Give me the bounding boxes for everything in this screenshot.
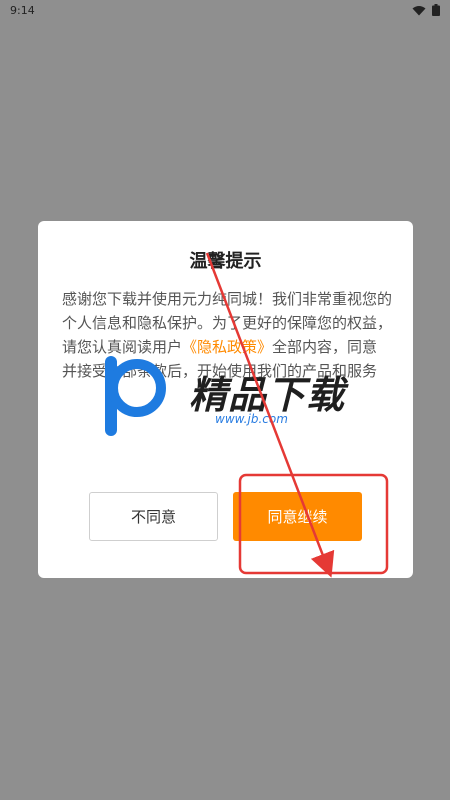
disagree-button[interactable]: 不同意	[89, 492, 218, 541]
wifi-icon	[412, 5, 426, 15]
agree-continue-button[interactable]: 同意继续	[233, 492, 362, 541]
dialog-title: 温馨提示	[189, 251, 262, 272]
status-icons	[412, 4, 440, 16]
battery-icon	[432, 4, 440, 16]
warm-tip-dialog: 温馨提示 感谢您下载并使用元力纯同城！我们非常重视您的个人信息和隐私保护。为了更…	[38, 221, 413, 578]
status-time: 9:14	[10, 3, 35, 17]
status-bar: 9:14	[0, 0, 450, 20]
dialog-body: 感谢您下载并使用元力纯同城！我们非常重视您的个人信息和隐私保护。为了更好的保障您…	[62, 287, 392, 383]
privacy-policy-link[interactable]: 《隐私政策》	[182, 338, 272, 356]
